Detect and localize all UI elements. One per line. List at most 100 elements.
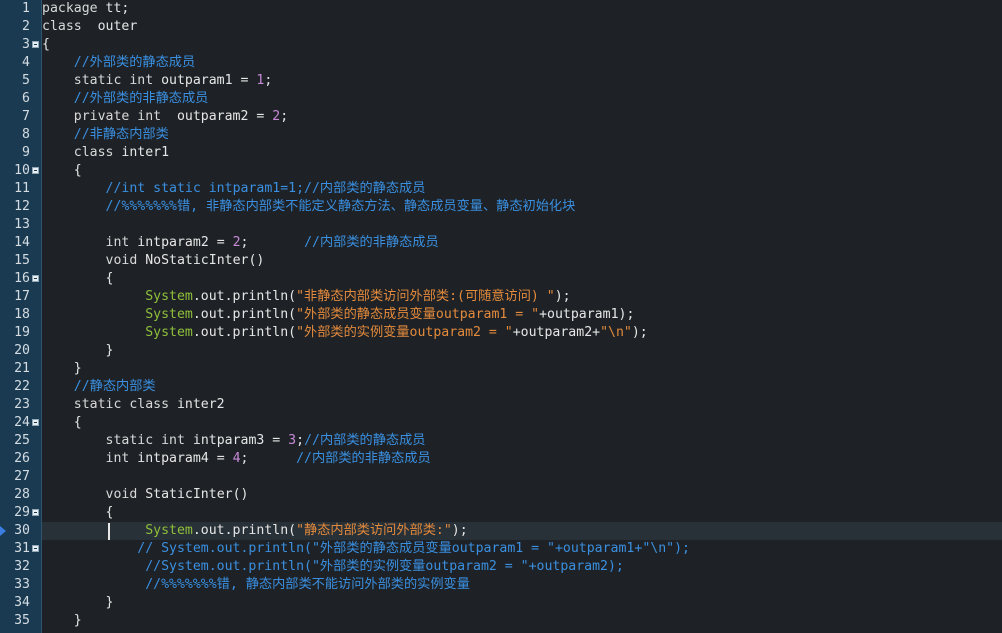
line-number: 13 [14, 217, 30, 232]
line-number: 3 [22, 37, 30, 52]
code-line[interactable]: //外部类的非静态成员 [42, 90, 1002, 108]
code-line[interactable]: } [42, 360, 1002, 378]
code-token: 2 [232, 235, 241, 250]
code-token: void [105, 253, 146, 268]
code-token: //%%%%%%%错, 静态内部类不能访问外部类的实例变量 [145, 577, 470, 592]
code-line[interactable]: System.out.println("外部类的实例变量outparam2 = … [42, 324, 1002, 342]
code-line[interactable]: } [42, 612, 1002, 630]
code-line[interactable]: void StaticInter() [42, 486, 1002, 504]
code-line[interactable]: //%%%%%%%错, 静态内部类不能访问外部类的实例变量 [42, 576, 1002, 594]
code-token: static int [73, 73, 162, 88]
code-token: ); [554, 289, 571, 304]
code-token: static int [105, 433, 193, 448]
code-token: //内部类的非静态成员 [304, 235, 439, 250]
line-number: 26 [14, 451, 30, 466]
code-line[interactable]: //非静态内部类 [42, 126, 1002, 144]
line-number: 8 [22, 127, 30, 142]
code-line[interactable]: package tt; [42, 0, 1002, 18]
fold-toggle-icon[interactable] [32, 167, 39, 174]
code-editor[interactable]: 1 2 3 4 5 6 7 8 9 10 11 12 13 14 15 16 17 18 19 20 21 22 23 24 2… [0, 0, 1002, 633]
fold-toggle-icon[interactable] [32, 419, 39, 426]
code-line[interactable]: { [42, 504, 1002, 522]
code-token: inter1 [121, 145, 170, 160]
code-token: "静态内部类访问外部类:" [296, 523, 452, 538]
code-line[interactable]: } [42, 594, 1002, 612]
code-line[interactable]: { [42, 270, 1002, 288]
code-token: //非静态内部类 [73, 127, 169, 142]
code-line[interactable]: static int outparam1 = 1; [42, 72, 1002, 90]
code-token: // System.out.println("外部类的静态成员变量outpara… [137, 541, 690, 556]
code-line[interactable] [42, 216, 1002, 234]
code-token: System [145, 523, 193, 538]
code-line[interactable]: int intparam2 = 2; //内部类的非静态成员 [42, 234, 1002, 252]
code-token: outparam1 = [161, 73, 257, 88]
code-token: int [105, 235, 138, 250]
code-line[interactable]: System.out.println("非静态内部类访问外部类:(可随意访问) … [42, 288, 1002, 306]
current-line-marker-icon [0, 526, 6, 536]
code-token: static class [73, 397, 177, 412]
line-number: 28 [14, 487, 30, 502]
code-line[interactable]: //int static intparam1=1;//内部类的静态成员 [42, 180, 1002, 198]
code-line[interactable]: class inter1 [42, 144, 1002, 162]
line-number: 4 [22, 55, 30, 70]
line-number: 23 [14, 397, 30, 412]
fold-toggle-icon[interactable] [32, 545, 39, 552]
code-token: //外部类的静态成员 [73, 55, 196, 70]
code-line[interactable]: System.out.println("静态内部类访问外部类:"); [42, 522, 1002, 540]
code-token: tt; [105, 1, 130, 16]
code-token: { [42, 37, 50, 52]
code-token: private int [73, 109, 177, 124]
line-number: 31 [14, 541, 30, 556]
code-token: +outparam2+ [512, 325, 601, 340]
code-token: ; [280, 109, 289, 124]
line-number: 1 [22, 1, 30, 16]
code-line[interactable] [42, 468, 1002, 486]
code-token: intparam2 = [137, 235, 233, 250]
fold-toggle-icon[interactable] [32, 275, 39, 282]
code-token: { [42, 163, 82, 178]
line-number-gutter: 1 2 3 4 5 6 7 8 9 10 11 12 13 14 15 16 17 18 19 20 21 22 23 24 2… [0, 0, 42, 633]
fold-toggle-icon[interactable] [32, 509, 39, 516]
code-line[interactable]: static int intparam3 = 3;//内部类的静态成员 [42, 432, 1002, 450]
code-line[interactable]: //静态内部类 [42, 378, 1002, 396]
line-number: 25 [14, 433, 30, 448]
code-line[interactable]: //外部类的静态成员 [42, 54, 1002, 72]
code-line[interactable]: class outer [42, 18, 1002, 36]
code-line[interactable]: // System.out.println("外部类的静态成员变量outpara… [42, 540, 1002, 558]
line-number: 14 [14, 235, 30, 250]
line-number: 21 [14, 361, 30, 376]
code-line[interactable]: { [42, 36, 1002, 54]
code-line[interactable]: void NoStaticInter() [42, 252, 1002, 270]
code-token: //%%%%%%%错, 非静态内部类不能定义静态方法、静态成员变量、静态初始化块 [105, 199, 576, 214]
line-number: 27 [14, 469, 30, 484]
code-line[interactable]: { [42, 162, 1002, 180]
code-line[interactable]: int intparam4 = 4; //内部类的非静态成员 [42, 450, 1002, 468]
line-number: 20 [14, 343, 30, 358]
fold-toggle-icon[interactable] [32, 41, 39, 48]
line-number: 10 [14, 163, 30, 178]
code-line[interactable]: static class inter2 [42, 396, 1002, 414]
code-line[interactable]: //System.out.println("外部类的实例变量outparam2 … [42, 558, 1002, 576]
code-line[interactable]: private int outparam2 = 2; [42, 108, 1002, 126]
line-number: 15 [14, 253, 30, 268]
code-token: //int static intparam1=1;//内部类的静态成员 [105, 181, 426, 196]
line-number: 19 [14, 325, 30, 340]
line-number: 33 [14, 577, 30, 592]
code-token: class [73, 145, 122, 160]
code-line[interactable]: System.out.println("外部类的静态成员变量outparam1 … [42, 306, 1002, 324]
code-line[interactable]: { [42, 414, 1002, 432]
code-line[interactable]: //%%%%%%%错, 非静态内部类不能定义静态方法、静态成员变量、静态初始化块 [42, 198, 1002, 216]
code-token: } [42, 613, 82, 628]
code-line[interactable]: } [42, 342, 1002, 360]
